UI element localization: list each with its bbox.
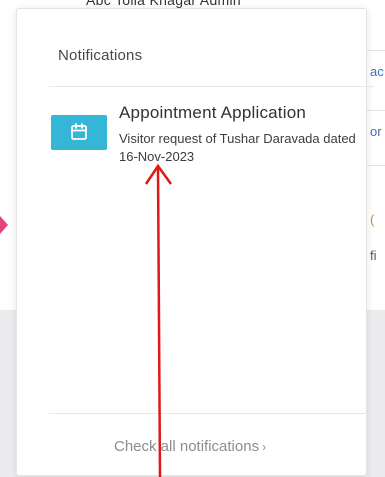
dropdown-title: Notifications bbox=[58, 47, 143, 64]
calendar-icon bbox=[51, 115, 107, 150]
notification-item[interactable]: Appointment Application Visitor request … bbox=[51, 101, 371, 173]
background-text-fragment: fi bbox=[370, 248, 377, 263]
background-text-fragment: ( bbox=[370, 212, 375, 227]
check-all-notifications-link[interactable]: Check all notifications › bbox=[114, 438, 266, 455]
divider bbox=[49, 86, 374, 87]
notifications-dropdown: Notifications Appointment Application Vi… bbox=[16, 8, 374, 476]
background-link-fragment[interactable]: ac bbox=[370, 64, 384, 79]
notification-description: Visitor request of Tushar Daravada dated… bbox=[119, 131, 356, 164]
check-all-notifications-label: Check all notifications bbox=[114, 438, 260, 455]
divider bbox=[366, 50, 385, 51]
left-arrow-icon[interactable] bbox=[0, 216, 8, 234]
chevron-right-icon: › bbox=[262, 440, 267, 454]
header-user-text: Abc Tolla Khagar Admin bbox=[86, 0, 241, 8]
divider bbox=[49, 413, 374, 414]
notification-title: Appointment Application bbox=[119, 103, 307, 122]
page: Abc Tolla Khagar Admin ac or ( fi Notifi… bbox=[0, 0, 385, 477]
background-link-fragment[interactable]: or bbox=[370, 124, 382, 139]
